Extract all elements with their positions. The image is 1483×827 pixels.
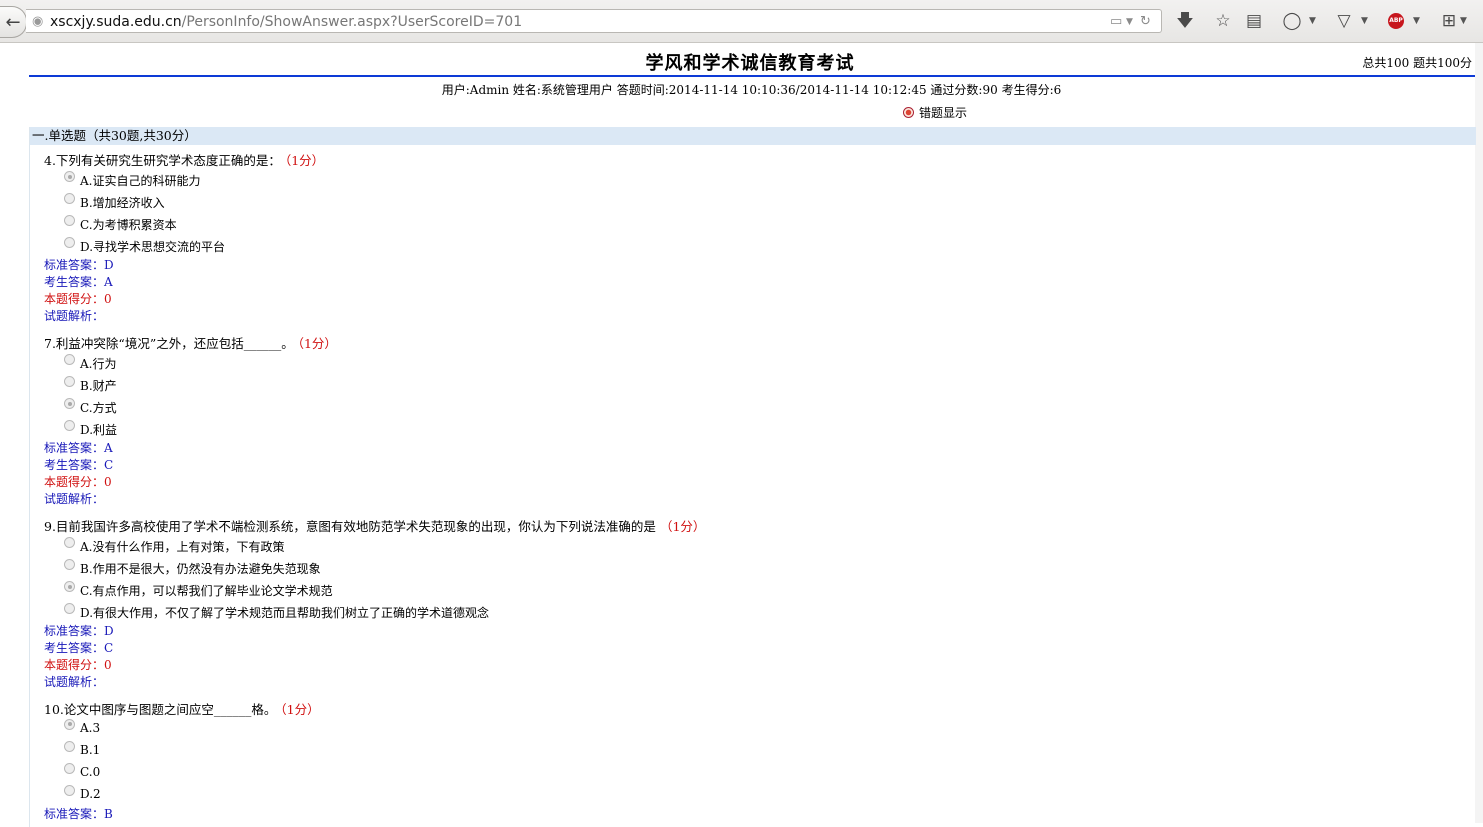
option[interactable]: A.行为 — [64, 354, 116, 372]
option[interactable]: B.1 — [64, 740, 100, 757]
radio-button[interactable] — [64, 581, 75, 592]
option[interactable]: D.2 — [64, 784, 101, 801]
back-button[interactable]: ← — [0, 6, 27, 38]
standard-answer: 标准答案：B — [44, 807, 113, 821]
section-heading: 一.单选题（共30题,共30分） — [30, 127, 1476, 145]
option[interactable]: C.有点作用，可以帮我们了解毕业论文学术规范 — [64, 581, 333, 599]
adblock-plus-icon[interactable]: ABP — [1388, 13, 1404, 29]
student-answer: 考生答案：C — [44, 458, 114, 472]
question-analysis: 试题解析： — [44, 492, 105, 506]
standard-answer: 标准答案：D — [44, 624, 114, 638]
option[interactable]: B.作用不是很大，仍然没有办法避免失范现象 — [64, 559, 321, 577]
question-analysis: 试题解析： — [44, 309, 105, 323]
wrong-only-toggle[interactable]: 错题显示 — [903, 104, 967, 121]
url-text: xscxjy.suda.edu.cn/PersonInfo/ShowAnswer… — [50, 14, 523, 30]
option[interactable]: D.寻找学术思想交流的平台 — [64, 237, 225, 255]
page-title: 学风和学术诚信教育考试 — [645, 53, 855, 74]
option[interactable]: D.利益 — [64, 420, 117, 438]
option[interactable]: A.没有什么作用，上有对策，下有政策 — [64, 537, 284, 555]
arrow-left-icon: ← — [5, 11, 21, 33]
exam-content: 一.单选题（共30题,共30分） 4.下列有关研究生研究学术态度正确的是： （1分… — [29, 127, 1476, 827]
standard-answer: 标准答案：A — [44, 441, 113, 455]
question-score: 本题得分：0 — [44, 292, 112, 306]
radio-button[interactable] — [64, 215, 75, 226]
option[interactable]: C.0 — [64, 762, 100, 779]
radio-button[interactable] — [64, 718, 75, 730]
question-score: 本题得分：0 — [44, 658, 112, 672]
radio-button[interactable] — [64, 398, 75, 409]
option[interactable]: B.增加经济收入 — [64, 193, 165, 211]
option[interactable]: C.为考博积累资本 — [64, 215, 177, 233]
globe-icon: ◉ — [32, 14, 44, 29]
question-title: 10.论文中图序与图题之间应空______格。 （1分） — [44, 702, 320, 717]
screenshot-dropdown-icon[interactable]: ▼ — [1460, 10, 1467, 32]
extension-dropdown-icon[interactable]: ▼ — [1309, 10, 1316, 32]
radio-button[interactable] — [64, 784, 75, 796]
option[interactable]: B.财产 — [64, 376, 117, 394]
vertical-scrollbar[interactable] — [1475, 43, 1483, 823]
question-analysis: 试题解析： — [44, 675, 105, 689]
option[interactable]: D.有很大作用，不仅了解了学术规范而且帮助我们树立了正确的学术道德观念 — [64, 603, 489, 621]
address-bar[interactable]: ◉ xscxjy.suda.edu.cn/PersonInfo/ShowAnsw… — [26, 9, 1162, 33]
title-divider — [29, 75, 1475, 77]
bookmarks-list-icon[interactable]: ▤ — [1243, 10, 1265, 32]
radio-button[interactable] — [64, 193, 75, 204]
download-icon[interactable]: 🡇 — [1175, 10, 1195, 32]
option[interactable]: A.证实自己的科研能力 — [64, 171, 200, 189]
user-info: 用户:Admin 姓名:系统管理用户 答题时间:2014-11-14 10:10… — [441, 83, 1062, 97]
radio-selected-icon[interactable] — [903, 107, 914, 118]
radio-button[interactable] — [64, 740, 75, 752]
question-score: 本题得分：0 — [44, 475, 112, 489]
radio-button[interactable] — [64, 171, 75, 182]
radio-button[interactable] — [64, 420, 75, 431]
option[interactable]: A.3 — [64, 718, 100, 735]
standard-answer: 标准答案：D — [44, 258, 114, 272]
radio-button[interactable] — [64, 376, 75, 387]
question-title: 7.利益冲突除“境况”之外，还应包括______。 （1分） — [44, 336, 337, 351]
browser-toolbar: ← ◉ xscxjy.suda.edu.cn/PersonInfo/ShowAn… — [0, 0, 1483, 43]
extension-icon[interactable]: ◯ — [1281, 10, 1303, 32]
pocket-icon[interactable]: ▽ — [1333, 10, 1355, 32]
radio-button[interactable] — [64, 537, 75, 548]
wrong-only-label: 错题显示 — [919, 106, 968, 120]
reader-view-icon[interactable]: ▭ — [1110, 10, 1122, 34]
student-answer: 考生答案：C — [44, 641, 114, 655]
url-dropdown-icon[interactable]: ▼ — [1126, 10, 1133, 34]
pocket-dropdown-icon[interactable]: ▼ — [1361, 10, 1368, 32]
radio-button[interactable] — [64, 559, 75, 570]
question-title: 4.下列有关研究生研究学术态度正确的是： （1分） — [44, 153, 325, 168]
screenshot-icon[interactable]: ⊞ — [1439, 10, 1459, 32]
question-title: 9.目前我国许多高校使用了学术不端检测系统，意图有效地防范学术失范现象的出现，你… — [44, 519, 706, 534]
bookmark-star-icon[interactable]: ☆ — [1212, 10, 1234, 32]
adblock-dropdown-icon[interactable]: ▼ — [1413, 10, 1420, 32]
radio-button[interactable] — [64, 603, 75, 614]
total-info: 总共100 题共100分 — [1362, 56, 1472, 70]
student-answer: 考生答案：A — [44, 275, 113, 289]
radio-button[interactable] — [64, 762, 75, 774]
option[interactable]: C.方式 — [64, 398, 117, 416]
radio-button[interactable] — [64, 237, 75, 248]
reload-icon[interactable]: ↻ — [1140, 10, 1151, 34]
radio-button[interactable] — [64, 354, 75, 365]
